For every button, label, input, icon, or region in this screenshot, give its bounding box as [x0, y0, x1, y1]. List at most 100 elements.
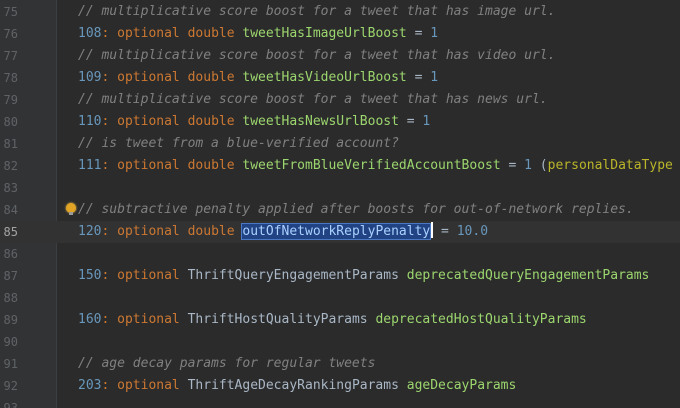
field-name: tweetHasImageUrlBoost: [242, 26, 407, 41]
type-name: ThriftHostQualityParams: [187, 312, 376, 327]
field-number: 160: [78, 312, 102, 327]
keyword: :: [101, 312, 118, 327]
code-text: =: [398, 114, 423, 129]
line-number[interactable]: 79: [0, 89, 18, 111]
code-line[interactable]: 91 // age decay params for regular tweets: [0, 353, 680, 375]
field-number: 1: [430, 26, 439, 41]
field-number: 1: [422, 114, 431, 129]
code-line[interactable]: 75 // multiplicative score boost for a tw…: [0, 1, 680, 23]
code-line[interactable]: 93: [0, 397, 680, 408]
code-text: =: [406, 26, 431, 41]
field-number: 1: [430, 70, 439, 85]
field-name: ageDecayParams: [406, 378, 517, 393]
code-line[interactable]: 79 // multiplicative score boost for a tw…: [0, 89, 680, 111]
code-editor[interactable]: 75 // multiplicative score boost for a tw…: [0, 0, 680, 408]
line-number[interactable]: 85: [0, 221, 18, 243]
keyword: optional: [117, 70, 188, 85]
keyword: :: [101, 70, 118, 85]
code-line[interactable]: 82 111: optional double tweetFromBlueVeri…: [0, 155, 680, 177]
field-name: deprecatedQueryEngagementParams: [406, 268, 650, 283]
keyword: double: [187, 158, 243, 173]
code-line[interactable]: 87 150: optional ThriftQueryEngagementPar…: [0, 265, 680, 287]
line-number[interactable]: 93: [0, 397, 18, 408]
code-line[interactable]: 77 // multiplicative score boost for a tw…: [0, 45, 680, 67]
keyword: double: [187, 114, 243, 129]
comment: // is tweet from a blue-verified account…: [78, 136, 399, 151]
keyword: double: [187, 70, 243, 85]
code-text: (: [531, 158, 548, 173]
code-line[interactable]: 81 // is tweet from a blue-verified accou…: [0, 133, 680, 155]
line-number[interactable]: 81: [0, 133, 18, 155]
comment: // multiplicative score boost for a twee…: [78, 4, 556, 19]
lightbulb-icon[interactable]: [66, 203, 76, 215]
keyword: optional: [117, 268, 188, 283]
field-name: tweetHasNewsUrlBoost: [242, 114, 399, 129]
code-text: =: [433, 224, 457, 239]
line-number[interactable]: 87: [0, 265, 18, 287]
keyword: optional: [117, 158, 188, 173]
selected-text: outOfNetworkReplyPenalty: [241, 223, 432, 240]
field-number: 203: [78, 378, 102, 393]
line-number[interactable]: 90: [0, 331, 18, 353]
keyword: :: [101, 224, 118, 239]
line-number[interactable]: 80: [0, 111, 18, 133]
code-content: 150: optional ThriftQueryEngagementParam…: [78, 265, 649, 287]
line-number[interactable]: 77: [0, 45, 18, 67]
code-line[interactable]: 80 110: optional double tweetHasNewsUrlBo…: [0, 111, 680, 133]
code-content: // is tweet from a blue-verified account…: [78, 133, 399, 155]
code-line[interactable]: 84 // subtractive penalty applied after b…: [0, 199, 680, 221]
code-line[interactable]: 86: [0, 243, 680, 265]
line-number[interactable]: 78: [0, 67, 18, 89]
field-name: tweetFromBlueVerifiedAccountBoost: [242, 158, 501, 173]
line-number[interactable]: 82: [0, 155, 18, 177]
code-content: 109: optional double tweetHasVideoUrlBoo…: [78, 67, 438, 89]
code-line[interactable]: 88: [0, 287, 680, 309]
code-line[interactable]: 83: [0, 177, 680, 199]
field-number: 110: [78, 114, 102, 129]
code-line[interactable]: 76 108: optional double tweetHasImageUrlB…: [0, 23, 680, 45]
line-number[interactable]: 88: [0, 287, 18, 309]
code-text: =: [500, 158, 525, 173]
type-name: ThriftQueryEngagementParams: [187, 268, 407, 283]
keyword: optional: [117, 312, 188, 327]
comment: // multiplicative score boost for a twee…: [78, 92, 548, 107]
code-line[interactable]: 92 203: optional ThriftAgeDecayRankingPar…: [0, 375, 680, 397]
comment: // multiplicative score boost for a twee…: [78, 48, 556, 63]
code-content: // multiplicative score boost for a twee…: [78, 1, 555, 23]
code-content: 110: optional double tweetHasNewsUrlBoos…: [78, 111, 430, 133]
line-number[interactable]: 92: [0, 375, 18, 397]
code-content: // age decay params for regular tweets: [78, 353, 375, 375]
field-number: 108: [78, 26, 102, 41]
field-number: 111: [78, 158, 102, 173]
keyword: :: [101, 378, 118, 393]
code-content: 120: optional double outOfNetworkReplyPe…: [78, 221, 488, 243]
code-text: =: [406, 70, 431, 85]
comment: // age decay params for regular tweets: [78, 356, 376, 371]
field-number: 10.0: [456, 224, 489, 239]
field-number: 120: [78, 224, 102, 239]
code-content: // subtractive penalty applied after boo…: [78, 199, 634, 221]
keyword: optional: [117, 114, 188, 129]
code-content: 111: optional double tweetFromBlueVerifi…: [78, 155, 673, 177]
line-number[interactable]: 84: [0, 199, 18, 221]
code-line[interactable]: 78 109: optional double tweetHasVideoUrlB…: [0, 67, 680, 89]
code-content: 160: optional ThriftHostQualityParams de…: [78, 309, 587, 331]
line-number[interactable]: 91: [0, 353, 18, 375]
code-content: // multiplicative score boost for a twee…: [78, 89, 548, 111]
line-number[interactable]: 75: [0, 1, 18, 23]
line-number[interactable]: 89: [0, 309, 18, 331]
keyword: optional: [117, 224, 188, 239]
keyword: double: [187, 224, 243, 239]
code-line[interactable]: 90: [0, 331, 680, 353]
code-line-current[interactable]: 85 120: optional double outOfNetworkReply…: [0, 221, 680, 243]
comment: // subtractive penalty applied after boo…: [78, 202, 634, 217]
line-number[interactable]: 83: [0, 177, 18, 199]
code-content: // multiplicative score boost for a twee…: [78, 45, 555, 67]
keyword: :: [101, 26, 118, 41]
code-line[interactable]: 89 160: optional ThriftHostQualityParams …: [0, 309, 680, 331]
keyword: :: [101, 158, 118, 173]
annotation: personalDataType: [547, 158, 673, 173]
line-number[interactable]: 86: [0, 243, 18, 265]
keyword: optional: [117, 26, 188, 41]
line-number[interactable]: 76: [0, 23, 18, 45]
